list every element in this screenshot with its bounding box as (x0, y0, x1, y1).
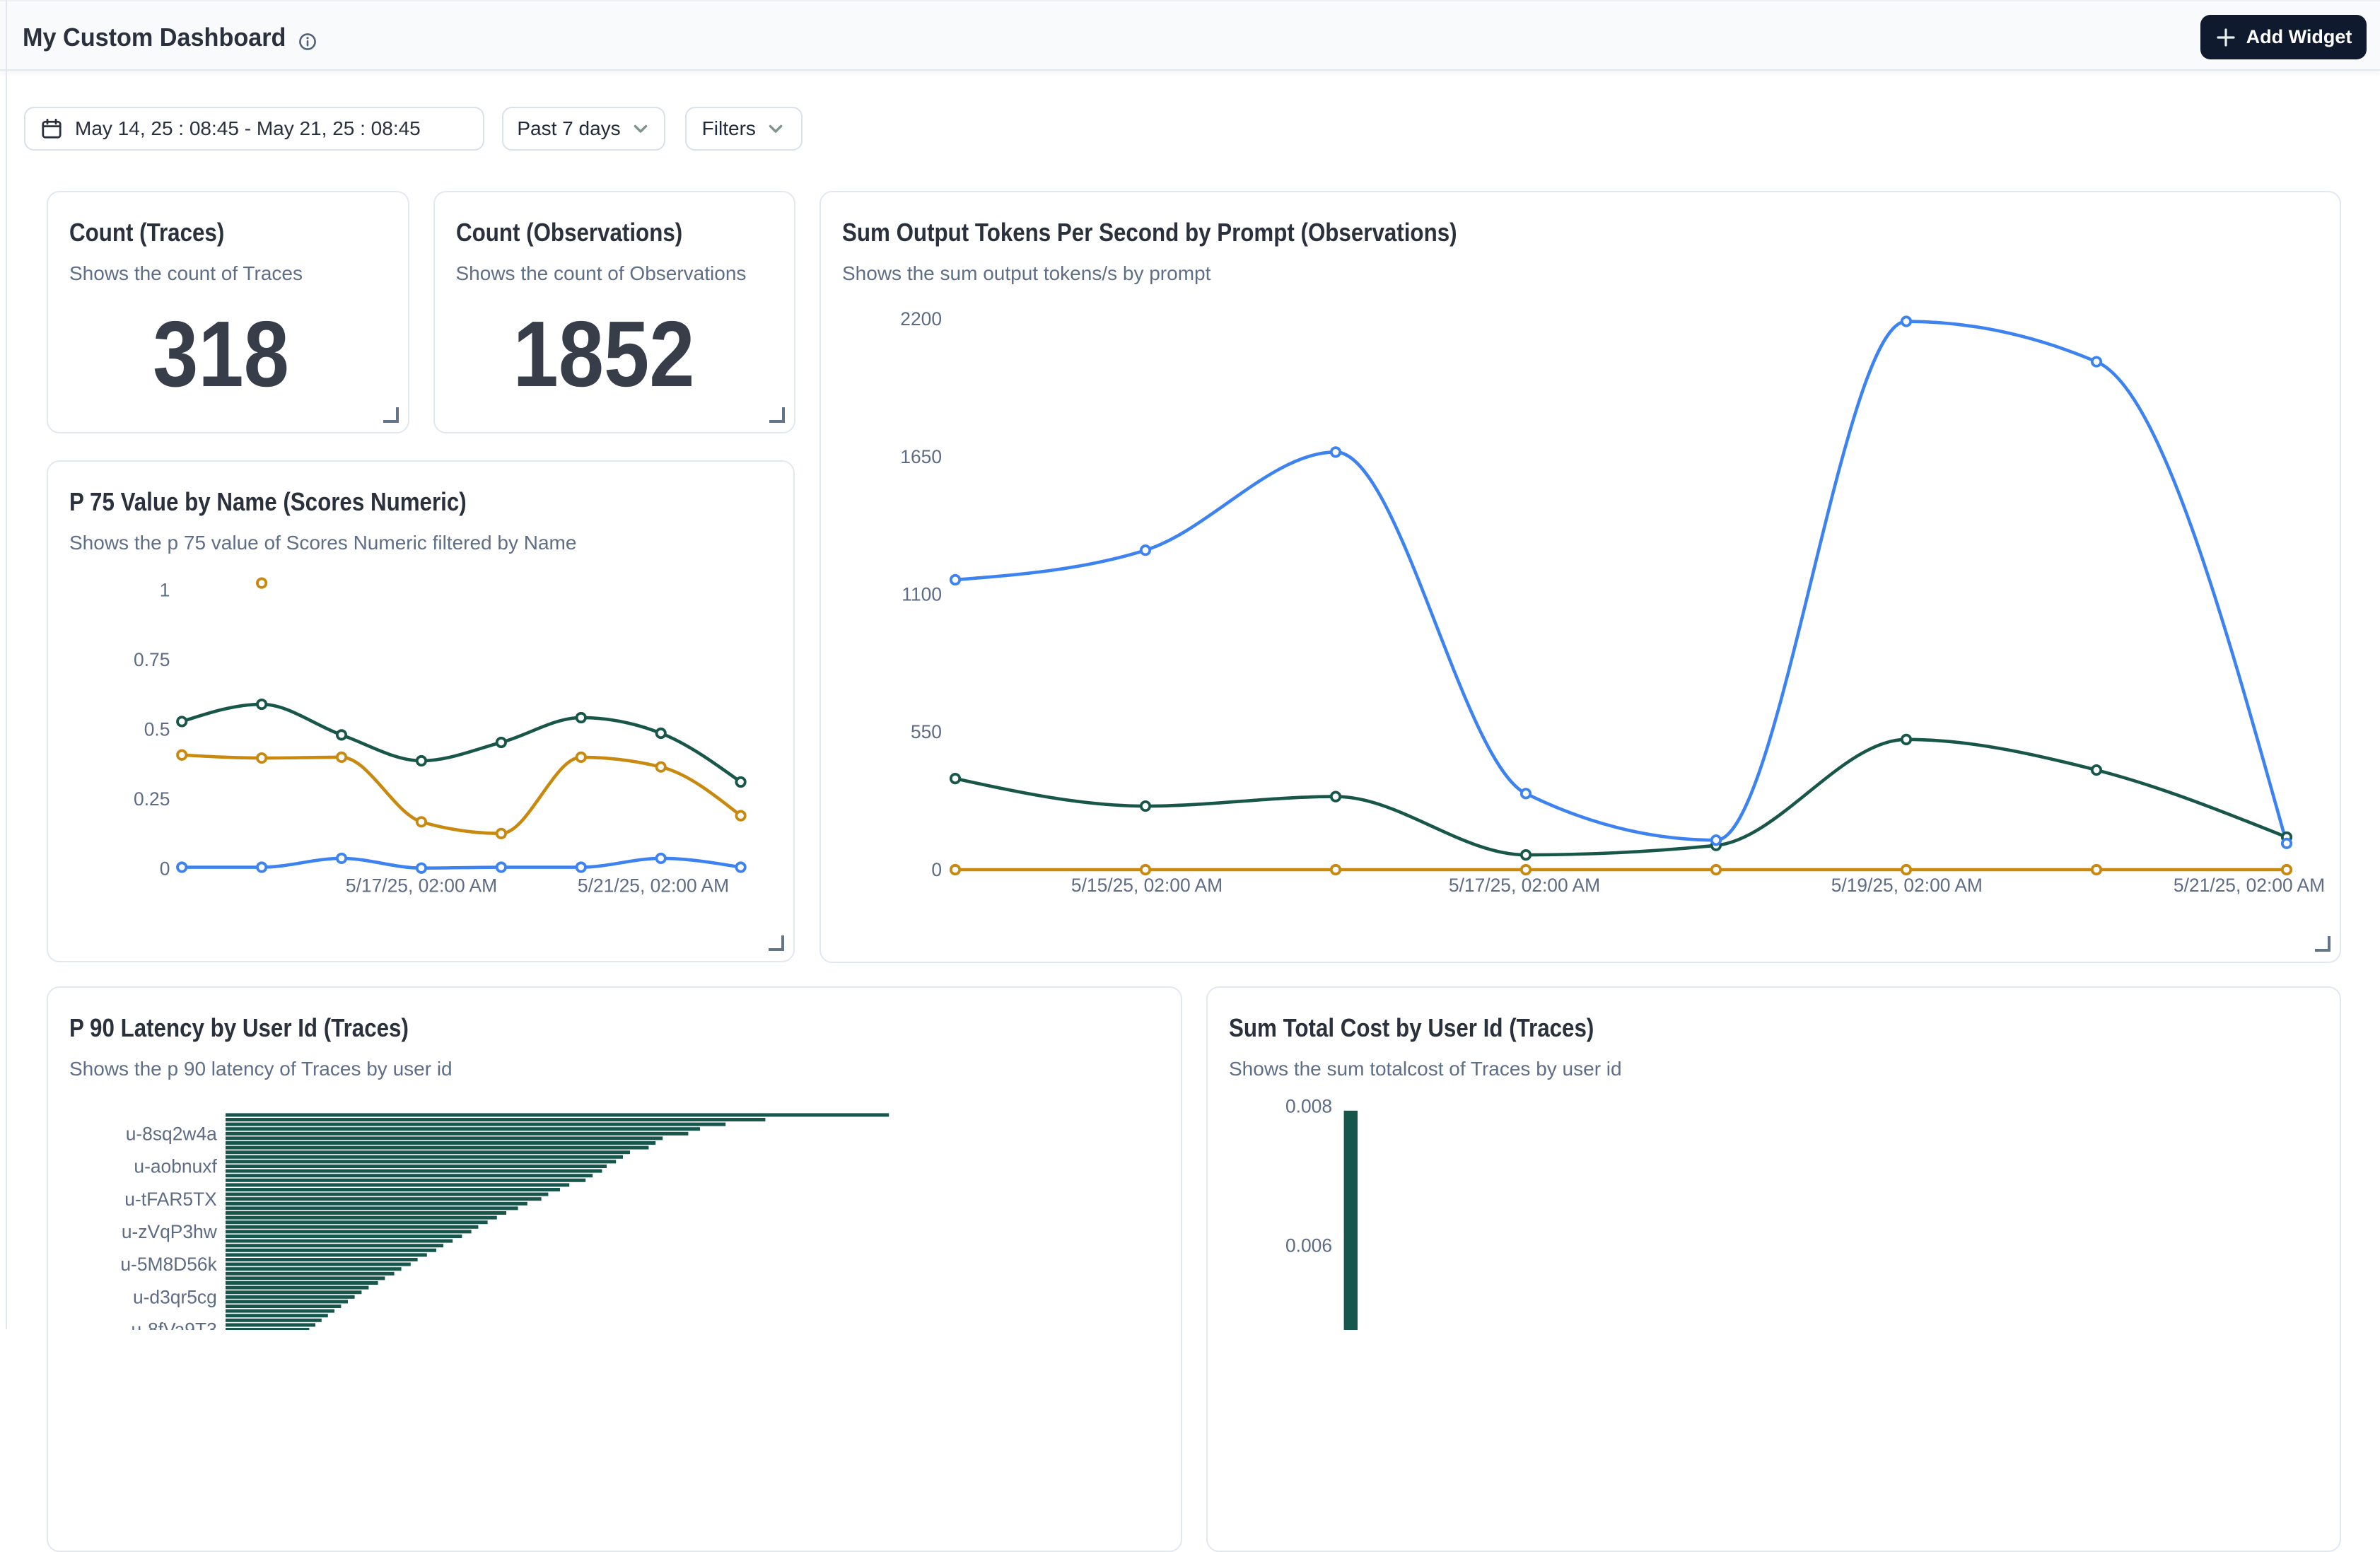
svg-text:0.5: 0.5 (144, 718, 170, 740)
svg-text:0: 0 (931, 859, 942, 880)
svg-text:u-d3qr5cg: u-d3qr5cg (133, 1286, 217, 1307)
svg-text:5/21/25, 02:00 AM: 5/21/25, 02:00 AM (578, 875, 729, 896)
svg-text:1100: 1100 (902, 583, 942, 605)
svg-text:0.008: 0.008 (1285, 1095, 1332, 1116)
svg-text:5/21/25, 02:00 AM: 5/21/25, 02:00 AM (2174, 875, 2325, 896)
svg-text:0.006: 0.006 (1285, 1235, 1332, 1256)
svg-text:1650: 1650 (900, 446, 942, 467)
svg-text:u-tFAR5TX: u-tFAR5TX (124, 1189, 217, 1210)
svg-text:u-aobnuxf: u-aobnuxf (134, 1155, 217, 1177)
svg-text:2200: 2200 (900, 308, 942, 329)
svg-text:5/15/25, 02:00 AM: 5/15/25, 02:00 AM (1071, 875, 1223, 896)
svg-text:u-8fVa9T3: u-8fVa9T3 (132, 1319, 217, 1330)
svg-text:u-zVqP3hw: u-zVqP3hw (122, 1221, 218, 1242)
svg-text:5/19/25, 02:00 AM: 5/19/25, 02:00 AM (1831, 875, 1983, 896)
svg-text:0: 0 (160, 858, 170, 879)
svg-text:5/17/25, 02:00 AM: 5/17/25, 02:00 AM (1449, 875, 1600, 896)
svg-text:u-8sq2w4a: u-8sq2w4a (126, 1123, 217, 1144)
svg-text:5/17/25, 02:00 AM: 5/17/25, 02:00 AM (346, 875, 497, 896)
svg-text:550: 550 (911, 721, 942, 742)
svg-text:u-5M8D56k: u-5M8D56k (120, 1254, 217, 1275)
svg-text:0.75: 0.75 (134, 649, 170, 670)
svg-text:1: 1 (160, 579, 170, 600)
svg-text:0.25: 0.25 (134, 788, 170, 810)
